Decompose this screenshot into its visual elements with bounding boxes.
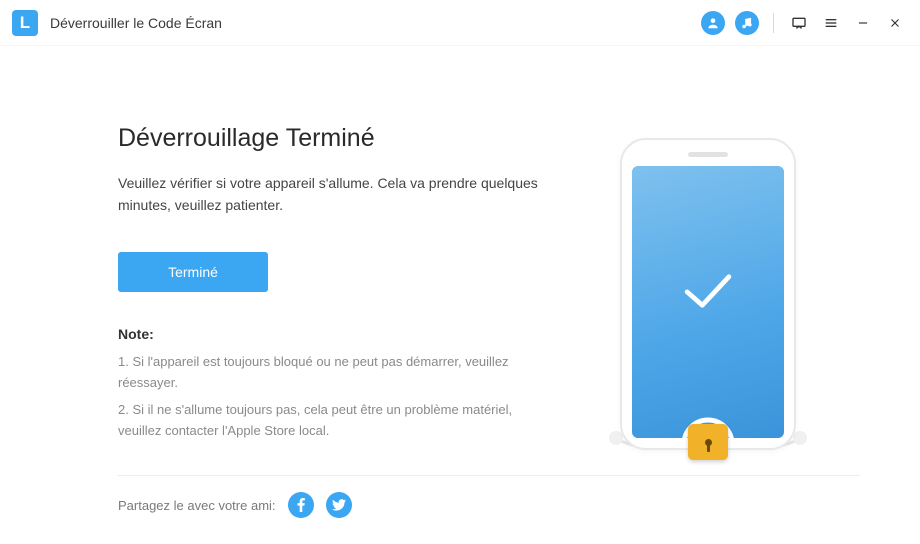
left-column: Déverrouillage Terminé Veuillez vérifier… (118, 124, 558, 464)
feedback-icon[interactable] (788, 12, 810, 34)
menu-icon[interactable] (820, 12, 842, 34)
note-heading: Note: (118, 326, 558, 342)
footer: Partagez le avec votre ami: (118, 475, 860, 518)
share-label: Partagez le avec votre ami: (118, 498, 276, 513)
app-logo: L (12, 10, 38, 36)
facebook-icon[interactable] (288, 492, 314, 518)
note-item: 2. Si il ne s'allume toujours pas, cela … (118, 400, 538, 442)
illustration (578, 124, 838, 464)
close-button[interactable] (884, 12, 906, 34)
page-subtext: Veuillez vérifier si votre appareil s'al… (118, 173, 538, 216)
phone-illustration (620, 138, 796, 450)
note-item: 1. Si l'appareil est toujours bloqué ou … (118, 352, 538, 394)
done-button[interactable]: Terminé (118, 252, 268, 292)
phone-screen (632, 166, 784, 438)
lock-icon (688, 424, 728, 460)
minimize-button[interactable] (852, 12, 874, 34)
main-content: Déverrouillage Terminé Veuillez vérifier… (0, 46, 920, 464)
page-heading: Déverrouillage Terminé (118, 124, 558, 153)
separator (773, 13, 774, 33)
titlebar: L Déverrouiller le Code Écran (0, 0, 920, 46)
window-title: Déverrouiller le Code Écran (50, 15, 222, 31)
account-icon[interactable] (701, 11, 725, 35)
twitter-icon[interactable] (326, 492, 352, 518)
music-icon[interactable] (735, 11, 759, 35)
checkmark-icon (670, 252, 746, 328)
